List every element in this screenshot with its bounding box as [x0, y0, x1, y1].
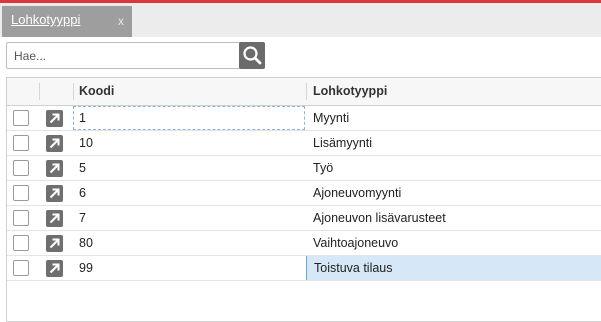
- tab-label[interactable]: Lohkotyyppi: [11, 12, 80, 27]
- tab-close-icon[interactable]: x: [118, 14, 124, 28]
- tab-strip: Lohkotyyppi x: [0, 3, 601, 37]
- open-record-button[interactable]: [46, 260, 63, 277]
- cell-type[interactable]: Lisämyynti: [306, 131, 601, 155]
- cell-code[interactable]: 7: [73, 206, 305, 230]
- open-record-arrow-icon: [49, 188, 60, 199]
- open-record-arrow-icon: [49, 238, 60, 249]
- column-header-lohkotyyppi[interactable]: Lohkotyyppi: [313, 78, 387, 105]
- cell-code[interactable]: 5: [73, 156, 305, 180]
- open-record-button[interactable]: [46, 235, 63, 252]
- row-checkbox[interactable]: [13, 135, 29, 151]
- column-header-koodi[interactable]: Koodi: [79, 78, 114, 105]
- open-record-button[interactable]: [46, 160, 63, 177]
- header-separator: [73, 83, 74, 100]
- search-button[interactable]: [239, 42, 265, 69]
- open-record-arrow-icon: [49, 113, 60, 124]
- table-row[interactable]: 6 Ajoneuvomyynti: [7, 181, 601, 206]
- header-separator: [306, 83, 307, 100]
- cell-code[interactable]: 80: [73, 231, 305, 255]
- table-row[interactable]: 5 Työ: [7, 156, 601, 181]
- data-grid: Koodi Lohkotyyppi 1 Myynti 10 Lisämyynti: [6, 77, 601, 322]
- cell-type-selected[interactable]: Toistuva tilaus: [306, 256, 601, 280]
- search-icon: [243, 46, 262, 65]
- row-checkbox[interactable]: [13, 185, 29, 201]
- open-record-arrow-icon: [49, 138, 60, 149]
- row-checkbox[interactable]: [13, 260, 29, 276]
- cell-code[interactable]: 99: [73, 256, 305, 280]
- header-separator: [39, 83, 40, 100]
- row-checkbox[interactable]: [13, 210, 29, 226]
- table-row[interactable]: 1 Myynti: [7, 106, 601, 131]
- search-input[interactable]: [6, 42, 240, 69]
- table-row[interactable]: 99 Toistuva tilaus: [7, 256, 601, 281]
- row-checkbox[interactable]: [13, 235, 29, 251]
- open-record-button[interactable]: [46, 135, 63, 152]
- tab-lohkotyyppi[interactable]: Lohkotyyppi x: [2, 6, 132, 37]
- row-checkbox[interactable]: [13, 110, 29, 126]
- grid-header: Koodi Lohkotyyppi: [7, 78, 601, 106]
- row-checkbox[interactable]: [13, 160, 29, 176]
- open-record-button[interactable]: [46, 185, 63, 202]
- cell-type[interactable]: Työ: [306, 156, 601, 180]
- open-record-button[interactable]: [46, 110, 63, 127]
- table-row[interactable]: 80 Vaihtoajoneuvo: [7, 231, 601, 256]
- cell-type[interactable]: Ajoneuvomyynti: [306, 181, 601, 205]
- open-record-arrow-icon: [49, 163, 60, 174]
- table-row[interactable]: 7 Ajoneuvon lisävarusteet: [7, 206, 601, 231]
- open-record-arrow-icon: [49, 213, 60, 224]
- open-record-button[interactable]: [46, 210, 63, 227]
- cell-code[interactable]: 10: [73, 131, 305, 155]
- cell-type[interactable]: Vaihtoajoneuvo: [306, 231, 601, 255]
- table-row[interactable]: 10 Lisämyynti: [7, 131, 601, 156]
- cell-code[interactable]: 6: [73, 181, 305, 205]
- cell-type[interactable]: Myynti: [306, 106, 601, 130]
- cell-code[interactable]: 1: [73, 106, 305, 130]
- cell-type[interactable]: Ajoneuvon lisävarusteet: [306, 206, 601, 230]
- open-record-arrow-icon: [49, 263, 60, 274]
